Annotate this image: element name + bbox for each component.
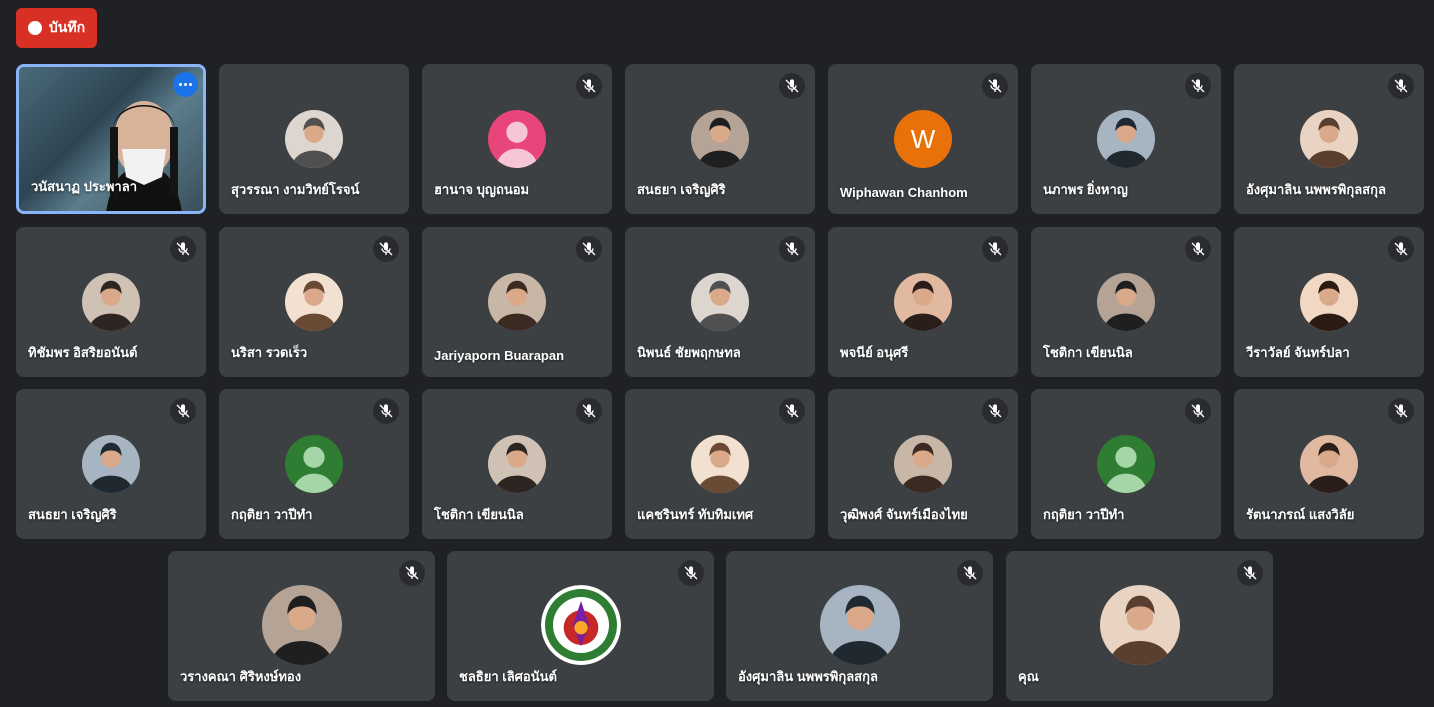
participant-tile[interactable]: นภาพร ยิ่งหาญ bbox=[1031, 64, 1221, 214]
avatar bbox=[1300, 435, 1358, 493]
mic-off-icon bbox=[373, 398, 399, 424]
participant-tile[interactable]: ทิชัมพร อิสริยอนันต์ bbox=[16, 227, 206, 377]
avatar bbox=[261, 585, 342, 665]
mic-off-icon bbox=[576, 398, 602, 424]
avatar bbox=[1300, 110, 1358, 168]
participant-name: กฤติยา วาปีทำ bbox=[1043, 507, 1125, 522]
participant-name: วนัสนาฏ ประพาลา bbox=[31, 179, 137, 194]
participant-name: วุฒิพงศ์ จันทร์เมืองไทย bbox=[840, 507, 968, 522]
mic-off-icon bbox=[576, 73, 602, 99]
participant-tile[interactable]: วรางคณา ศิริหงษ์ทอง bbox=[168, 551, 435, 701]
avatar bbox=[819, 585, 900, 665]
participant-tile[interactable]: วีราวัลย์ จันทร์ปลา bbox=[1234, 227, 1424, 377]
participant-name: ชลธิยา เลิศอนันต์ bbox=[459, 669, 557, 684]
participant-name: รัตนาภรณ์ แสงวิลัย bbox=[1246, 507, 1355, 522]
participant-name: Jariyaporn Buarapan bbox=[434, 348, 565, 363]
participant-tile[interactable]: สุวรรณา งามวิทย์โรจน์ bbox=[219, 64, 409, 214]
participant-tile[interactable]: กฤติยา วาปีทำ bbox=[219, 389, 409, 539]
avatar bbox=[1097, 110, 1155, 168]
mic-off-icon bbox=[779, 73, 805, 99]
default-avatar-icon bbox=[1097, 435, 1155, 493]
participant-name: อังศุมาลิน นพพรพิกุลสกุล bbox=[738, 669, 878, 684]
participant-tile[interactable]: โชติกา เขียนนิล bbox=[1031, 227, 1221, 377]
participant-name: คุณ bbox=[1018, 669, 1039, 684]
participant-tile[interactable]: สนธยา เจริญศิริ bbox=[625, 64, 815, 214]
participant-name: วรางคณา ศิริหงษ์ทอง bbox=[180, 669, 302, 684]
participant-name: โชติกา เขียนนิล bbox=[434, 507, 524, 522]
mic-off-icon bbox=[1388, 73, 1414, 99]
participant-tile[interactable]: อังศุมาลิน นพพรพิกุลสกุล bbox=[726, 551, 993, 701]
avatar bbox=[488, 435, 546, 493]
participant-tile[interactable]: คุณ bbox=[1006, 551, 1273, 701]
participant-tile[interactable]: โชติกา เขียนนิล bbox=[422, 389, 612, 539]
mic-off-icon bbox=[1237, 560, 1263, 586]
participant-tile[interactable]: ฮานาจ บุญถนอม bbox=[422, 64, 612, 214]
participant-tile[interactable]: สนธยา เจริญศิริ bbox=[16, 389, 206, 539]
avatar bbox=[285, 273, 343, 331]
avatar bbox=[894, 435, 952, 493]
mic-off-icon bbox=[982, 398, 1008, 424]
participant-tile[interactable]: วุฒิพงศ์ จันทร์เมืองไทย bbox=[828, 389, 1018, 539]
mic-off-icon bbox=[982, 236, 1008, 262]
default-avatar-icon bbox=[488, 110, 546, 168]
avatar bbox=[82, 435, 140, 493]
participant-name: ฮานาจ บุญถนอม bbox=[434, 182, 530, 197]
participant-name: สุวรรณา งามวิทย์โรจน์ bbox=[231, 182, 360, 197]
more-options-icon[interactable] bbox=[173, 72, 198, 97]
participant-name: พจนีย์ อนุศรี bbox=[840, 345, 909, 360]
avatar bbox=[691, 435, 749, 493]
mic-off-icon bbox=[1185, 236, 1211, 262]
participant-name: ทิชัมพร อิสริยอนันต์ bbox=[28, 345, 138, 360]
mic-off-icon bbox=[576, 236, 602, 262]
default-avatar-icon bbox=[285, 435, 343, 493]
participant-tile[interactable]: พจนีย์ อนุศรี bbox=[828, 227, 1018, 377]
mic-off-icon bbox=[170, 398, 196, 424]
avatar bbox=[691, 273, 749, 331]
mic-off-icon bbox=[1388, 398, 1414, 424]
participant-name: สนธยา เจริญศิริ bbox=[637, 182, 726, 197]
participant-name: อังศุมาลิน นพพรพิกุลสกุล bbox=[1246, 182, 1386, 197]
mic-off-icon bbox=[373, 236, 399, 262]
mic-off-icon bbox=[1185, 398, 1211, 424]
avatar bbox=[894, 273, 952, 331]
avatar-letter: W bbox=[894, 110, 952, 168]
avatar bbox=[1300, 273, 1358, 331]
mic-off-icon bbox=[957, 560, 983, 586]
mic-off-icon bbox=[678, 560, 704, 586]
participant-tile[interactable]: วนัสนาฏ ประพาลา bbox=[16, 64, 206, 214]
avatar bbox=[488, 273, 546, 331]
participant-tile[interactable]: W Wiphawan Chanhom bbox=[828, 64, 1018, 214]
participant-name: โชติกา เขียนนิล bbox=[1043, 345, 1133, 360]
participant-tile[interactable]: กฤติยา วาปีทำ bbox=[1031, 389, 1221, 539]
participant-tile[interactable]: รัตนาภรณ์ แสงวิลัย bbox=[1234, 389, 1424, 539]
participant-grid: วนัสนาฏ ประพาลา สุวรรณา งามวิทย์โรจน์ ฮานา… bbox=[0, 0, 1434, 707]
participant-tile[interactable]: Jariyaporn Buarapan bbox=[422, 227, 612, 377]
mic-off-icon bbox=[779, 236, 805, 262]
avatar bbox=[1099, 585, 1180, 665]
avatar bbox=[285, 110, 343, 168]
mic-off-icon bbox=[779, 398, 805, 424]
participant-name: นิพนธ์ ชัยพฤกษทล bbox=[637, 345, 741, 360]
mic-off-icon bbox=[1185, 73, 1211, 99]
mic-off-icon bbox=[1388, 236, 1414, 262]
mic-off-icon bbox=[982, 73, 1008, 99]
participant-name: Wiphawan Chanhom bbox=[840, 185, 968, 200]
participant-name: แคชรินทร์ ทับทิมเทศ bbox=[637, 507, 754, 522]
avatar bbox=[1097, 273, 1155, 331]
participant-name: กฤติยา วาปีทำ bbox=[231, 507, 313, 522]
participant-tile[interactable]: นริสา รวดเร็ว bbox=[219, 227, 409, 377]
participant-tile[interactable]: แคชรินทร์ ทับทิมเทศ bbox=[625, 389, 815, 539]
avatar bbox=[691, 110, 749, 168]
mic-off-icon bbox=[399, 560, 425, 586]
participant-tile[interactable]: อังศุมาลิน นพพรพิกุลสกุล bbox=[1234, 64, 1424, 214]
participant-name: นริสา รวดเร็ว bbox=[231, 345, 308, 360]
avatar bbox=[82, 273, 140, 331]
participant-name: สนธยา เจริญศิริ bbox=[28, 507, 117, 522]
participant-name: นภาพร ยิ่งหาญ bbox=[1043, 182, 1128, 197]
university-logo-icon bbox=[540, 585, 621, 665]
mic-off-icon bbox=[170, 236, 196, 262]
participant-tile[interactable]: นิพนธ์ ชัยพฤกษทล bbox=[625, 227, 815, 377]
participant-name: วีราวัลย์ จันทร์ปลา bbox=[1246, 345, 1350, 360]
participant-tile[interactable]: ชลธิยา เลิศอนันต์ bbox=[447, 551, 714, 701]
